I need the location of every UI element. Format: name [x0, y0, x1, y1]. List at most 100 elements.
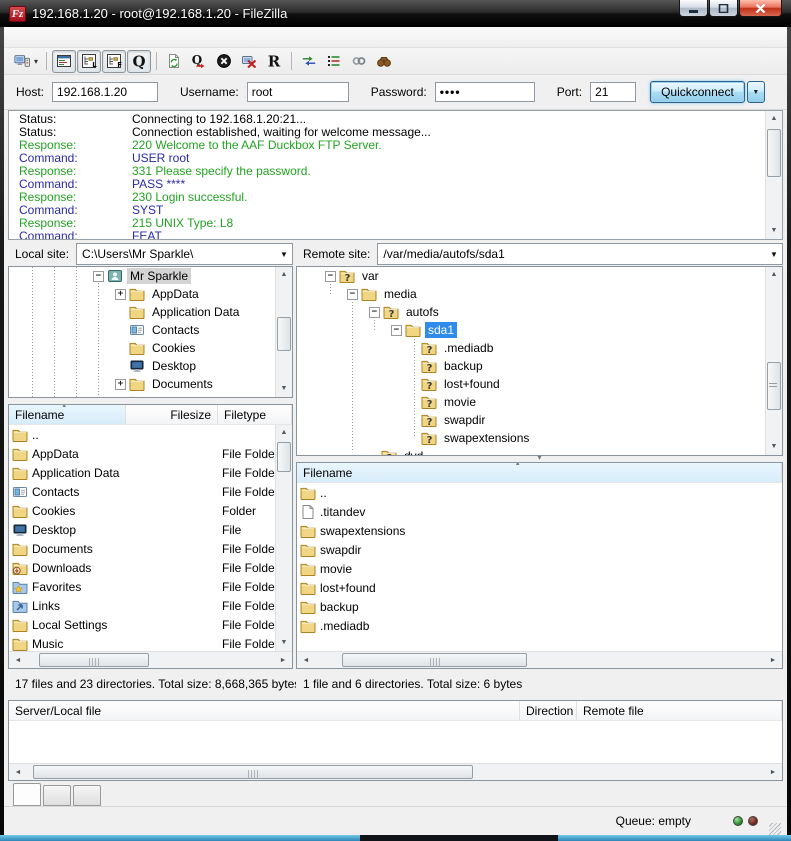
- tree-item[interactable]: ? swapdir: [297, 411, 782, 429]
- scroll-left-icon[interactable]: ◄: [10, 764, 26, 780]
- file-row[interactable]: ..: [297, 483, 782, 502]
- file-row[interactable]: Desktop File: [9, 520, 292, 539]
- menu-item[interactable]: [46, 34, 64, 40]
- quickconnect-button[interactable]: Quickconnect: [650, 81, 745, 103]
- menu-item[interactable]: [10, 34, 28, 40]
- scrollbar-thumb[interactable]: [277, 317, 291, 351]
- queue-tab[interactable]: [73, 785, 101, 806]
- file-row[interactable]: Contacts File Folder: [9, 482, 292, 501]
- file-row[interactable]: backup: [297, 597, 782, 616]
- toolbar-button[interactable]: [237, 50, 261, 73]
- local-tree-scrollbar[interactable]: ▲ ▼: [275, 267, 292, 397]
- tree-item[interactable]: + Downloads: [9, 393, 292, 398]
- log-scrollbar[interactable]: ▲ ▼: [765, 111, 782, 239]
- file-row[interactable]: AppData File Folder: [9, 444, 292, 463]
- queue-tab[interactable]: [13, 783, 41, 806]
- scroll-up-icon[interactable]: ▲: [766, 111, 782, 127]
- password-input[interactable]: [435, 82, 535, 102]
- scroll-up-icon[interactable]: ▲: [276, 425, 292, 441]
- tree-item[interactable]: Application Data: [9, 303, 292, 321]
- toolbar-button[interactable]: [212, 50, 236, 73]
- scroll-down-icon[interactable]: ▼: [766, 223, 782, 239]
- tree-item[interactable]: Cookies: [9, 339, 292, 357]
- file-row[interactable]: .mediadb: [297, 616, 782, 635]
- scrollbar-thumb[interactable]: [277, 442, 291, 472]
- scroll-up-icon[interactable]: ▲: [766, 267, 782, 283]
- tree-item[interactable]: − ? autofs: [297, 303, 782, 321]
- column-header[interactable]: Filesize: [126, 405, 218, 424]
- expander-toggle[interactable]: +: [115, 379, 126, 390]
- expander-toggle[interactable]: −: [347, 289, 358, 300]
- port-input[interactable]: [590, 82, 636, 102]
- tree-item[interactable]: − ? var: [297, 267, 782, 285]
- tree-item[interactable]: + AppData: [9, 285, 292, 303]
- scrollbar-thumb[interactable]: [342, 653, 527, 667]
- local-list-vscrollbar[interactable]: ▲ ▼: [275, 425, 292, 651]
- file-row[interactable]: Documents File Folder: [9, 539, 292, 558]
- username-input[interactable]: [247, 82, 349, 102]
- scroll-left-icon[interactable]: ◄: [10, 652, 26, 668]
- toolbar-button[interactable]: ▾: [10, 50, 41, 73]
- tree-item[interactable]: ? backup: [297, 357, 782, 375]
- toolbar-button[interactable]: [347, 50, 371, 73]
- toolbar-button[interactable]: L: [77, 50, 101, 73]
- toolbar-button[interactable]: [162, 50, 186, 73]
- quickconnect-dropdown-button[interactable]: ▼: [747, 81, 765, 103]
- scroll-right-icon[interactable]: ►: [765, 764, 781, 780]
- tree-item[interactable]: Contacts: [9, 321, 292, 339]
- file-row[interactable]: Cookies Folder: [9, 501, 292, 520]
- file-row[interactable]: swapdir: [297, 540, 782, 559]
- expander-toggle[interactable]: +: [115, 397, 126, 399]
- scroll-right-icon[interactable]: ►: [765, 652, 781, 668]
- tree-item[interactable]: Desktop: [9, 357, 292, 375]
- remote-site-combobox[interactable]: /var/media/autofs/sda1 ▼: [377, 243, 783, 265]
- file-row[interactable]: Favorites File Folder: [9, 577, 292, 596]
- scroll-down-icon[interactable]: ▼: [766, 439, 782, 455]
- file-row[interactable]: movie: [297, 559, 782, 578]
- resize-grip[interactable]: [769, 823, 781, 835]
- file-row[interactable]: lost+found: [297, 578, 782, 597]
- toolbar-button[interactable]: Q: [187, 50, 211, 73]
- column-header[interactable]: ▲ Filename: [9, 405, 126, 424]
- expander-toggle[interactable]: +: [115, 289, 126, 300]
- expander-toggle[interactable]: −: [391, 325, 402, 336]
- menu-item[interactable]: [136, 34, 154, 40]
- local-site-combobox[interactable]: C:\Users\Mr Sparkle\ ▼: [76, 243, 293, 265]
- scroll-down-icon[interactable]: ▼: [276, 381, 292, 397]
- column-header[interactable]: Server/Local file: [9, 701, 520, 720]
- column-header[interactable]: Remote file: [577, 701, 782, 720]
- remote-list-hscrollbar[interactable]: ◄ ►: [297, 651, 782, 668]
- minimize-button[interactable]: [679, 0, 708, 17]
- menu-item[interactable]: [118, 34, 136, 40]
- queue-hscrollbar[interactable]: ◄ ►: [9, 763, 782, 780]
- tree-item[interactable]: ? lost+found: [297, 375, 782, 393]
- expander-toggle[interactable]: −: [325, 271, 336, 282]
- tree-item[interactable]: ? .mediadb: [297, 339, 782, 357]
- chevron-down-icon[interactable]: ▼: [276, 250, 292, 259]
- chevron-down-icon[interactable]: ▼: [766, 250, 782, 259]
- queue-tab[interactable]: [43, 785, 71, 806]
- tree-item[interactable]: ? movie: [297, 393, 782, 411]
- scrollbar-thumb[interactable]: [33, 765, 473, 779]
- host-input[interactable]: [52, 82, 158, 102]
- file-row[interactable]: Links File Folder: [9, 596, 292, 615]
- column-header[interactable]: Direction: [520, 701, 577, 720]
- file-row[interactable]: Local Settings File Folder: [9, 615, 292, 634]
- maximize-button[interactable]: [709, 0, 738, 17]
- expander-toggle[interactable]: −: [93, 271, 104, 282]
- scrollbar-thumb[interactable]: [767, 129, 781, 177]
- statusbar-icon[interactable]: [564, 812, 582, 828]
- toolbar-button[interactable]: R: [262, 50, 286, 73]
- file-row[interactable]: Application Data File Folder: [9, 463, 292, 482]
- scroll-up-icon[interactable]: ▲: [276, 267, 292, 283]
- tree-item[interactable]: − media: [297, 285, 782, 303]
- tree-item[interactable]: + Documents: [9, 375, 292, 393]
- menu-item[interactable]: [64, 34, 82, 40]
- scrollbar-thumb[interactable]: [39, 653, 149, 667]
- file-row[interactable]: ..: [9, 425, 292, 444]
- column-header[interactable]: ▲ Filename: [297, 463, 782, 482]
- file-row[interactable]: Downloads File Folder: [9, 558, 292, 577]
- close-button[interactable]: [739, 0, 782, 17]
- local-list-hscrollbar[interactable]: ◄ ►: [9, 651, 292, 668]
- scroll-left-icon[interactable]: ◄: [298, 652, 314, 668]
